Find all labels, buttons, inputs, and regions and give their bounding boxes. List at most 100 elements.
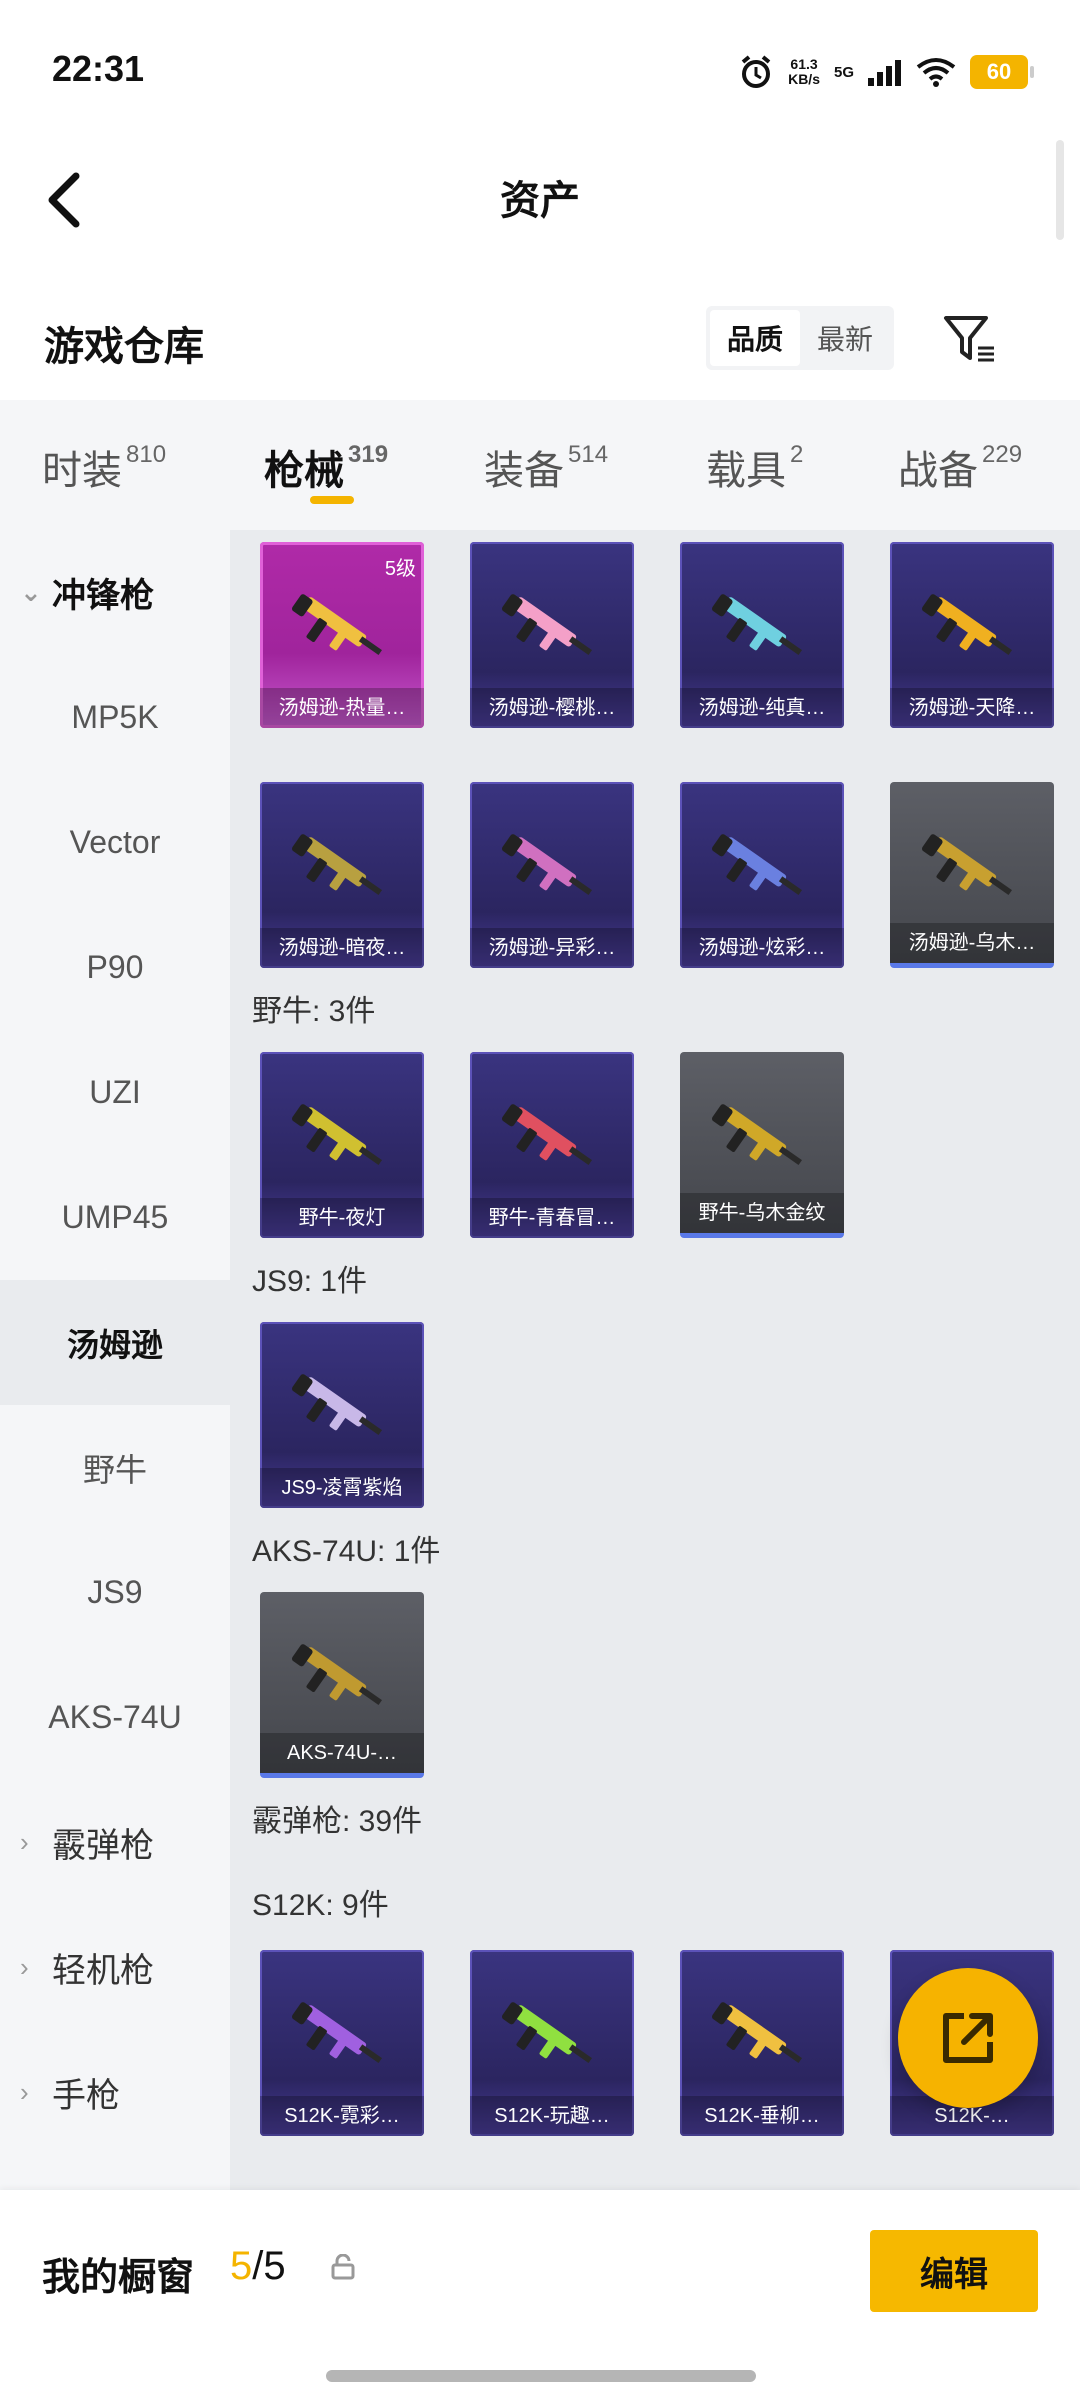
weapon-name: 野牛-夜灯 xyxy=(260,1198,424,1238)
weapon-type-nav: ⌄ 冲锋枪 MP5K Vector P90 UZI UMP45 汤姆逊 野牛 JS… xyxy=(0,530,230,2190)
group-label-shotgun: 霰弹枪: 39件 xyxy=(252,1805,423,1838)
share-fab-button[interactable] xyxy=(898,1968,1038,2108)
nav-category-lmg[interactable]: › 轻机枪 xyxy=(0,1905,230,2030)
scroll-indicator xyxy=(1056,140,1064,240)
edit-button[interactable]: 编辑 xyxy=(870,2230,1038,2312)
nav-item-ump45[interactable]: UMP45 xyxy=(0,1155,230,1280)
group-label-aks74u: AKS-74U: 1件 xyxy=(252,1535,441,1568)
weapon-image-icon xyxy=(711,2002,802,2064)
weapon-name: 汤姆逊-热量… xyxy=(260,688,424,728)
alarm-icon xyxy=(741,55,771,88)
weapon-card[interactable]: 野牛-乌木金纹 xyxy=(680,1052,844,1238)
nav-category-pistol[interactable]: › 手枪 xyxy=(0,2030,230,2155)
weapon-name: 汤姆逊-炫彩… xyxy=(680,928,844,968)
weapon-card[interactable]: 汤姆逊-炫彩… xyxy=(680,782,844,968)
weapon-card[interactable]: 野牛-夜灯 xyxy=(260,1052,424,1238)
weapon-name: 野牛-青春冒… xyxy=(470,1198,634,1238)
weapon-level-badge: 5级 xyxy=(384,558,416,580)
weapon-card[interactable]: 汤姆逊-乌木… xyxy=(890,782,1054,968)
weapon-image-icon xyxy=(291,1644,382,1706)
tab-firearms[interactable]: 枪械 319 xyxy=(264,438,388,504)
sort-toggle: 品质 最新 xyxy=(706,306,894,370)
warehouse-title: 游戏仓库 xyxy=(44,325,204,369)
nav-item-mp5k[interactable]: MP5K xyxy=(0,655,230,780)
warehouse-row: 游戏仓库 品质 最新 xyxy=(0,290,1080,400)
nav-item-vector[interactable]: Vector xyxy=(0,780,230,905)
weapon-name: AKS-74U-… xyxy=(260,1733,424,1773)
weapon-image-icon xyxy=(711,1104,802,1166)
weapon-image-icon xyxy=(501,834,592,896)
weapon-name: 汤姆逊-暗夜… xyxy=(260,928,424,968)
tab-fashion[interactable]: 时装 810 xyxy=(42,438,166,496)
weapon-card[interactable]: S12K-垂柳… xyxy=(680,1950,844,2136)
weapon-card[interactable]: AKS-74U-… xyxy=(260,1592,424,1778)
chevron-right-icon: › xyxy=(20,2077,29,2107)
weapon-image-icon xyxy=(501,2002,592,2064)
nav-item-bison[interactable]: 野牛 xyxy=(0,1405,230,1530)
weapon-image-icon xyxy=(291,1104,382,1166)
nav-category-shotgun[interactable]: › 霰弹枪 xyxy=(0,1780,230,1905)
lock-icon xyxy=(331,2254,355,2280)
nav-item-uzi[interactable]: UZI xyxy=(0,1030,230,1155)
weapon-image-icon xyxy=(291,834,382,896)
weapon-card[interactable]: 汤姆逊-暗夜… xyxy=(260,782,424,968)
tab-supplies[interactable]: 战备 229 xyxy=(898,438,1022,496)
home-indicator xyxy=(326,2370,756,2382)
tab-vehicles[interactable]: 载具 2 xyxy=(706,438,803,496)
weapon-name: 汤姆逊-樱桃… xyxy=(470,688,634,728)
nav-item-p90[interactable]: P90 xyxy=(0,905,230,1030)
weapon-name: JS9-凌霄紫焰 xyxy=(260,1468,424,1508)
item-grid: 5级汤姆逊-热量… 汤姆逊-樱桃… 汤姆逊-纯真… 汤姆逊-天降… 汤姆逊-暗夜… 汤姆逊… xyxy=(230,530,1080,2190)
weapon-card[interactable]: 汤姆逊-纯真… xyxy=(680,542,844,728)
weapon-image-icon xyxy=(711,594,802,656)
weapon-image-icon xyxy=(501,1104,592,1166)
weapon-card[interactable]: JS9-凌霄紫焰 xyxy=(260,1322,424,1508)
showcase-bar: 我的橱窗 5/5 编辑 xyxy=(0,2190,1080,2400)
chevron-right-icon: › xyxy=(20,1952,29,1982)
nav-item-aks74u[interactable]: AKS-74U xyxy=(0,1655,230,1780)
header: 资产 xyxy=(0,140,1080,270)
weapon-card[interactable]: S12K-霓彩… xyxy=(260,1950,424,2136)
chevron-right-icon: › xyxy=(20,1827,29,1857)
tab-equipment[interactable]: 装备 514 xyxy=(484,438,608,496)
status-bar: 22:31 61.3 KB/s 5G 60 xyxy=(0,0,1080,140)
weapon-card[interactable]: 汤姆逊-异彩… xyxy=(470,782,634,968)
weapon-name: S12K-霓彩… xyxy=(260,2096,424,2136)
weapon-image-icon xyxy=(921,834,1012,896)
weapon-card[interactable]: 野牛-青春冒… xyxy=(470,1052,634,1238)
showcase-label: 我的橱窗 xyxy=(42,2257,195,2299)
share-external-icon xyxy=(943,2013,993,2063)
weapon-name: S12K-玩趣… xyxy=(470,2096,634,2136)
weapon-name: 汤姆逊-乌木… xyxy=(890,923,1054,963)
weapon-image-icon xyxy=(291,1374,382,1436)
weapon-card[interactable]: 5级汤姆逊-热量… xyxy=(260,542,424,728)
filter-icon[interactable] xyxy=(940,308,1000,368)
showcase-count: 5/5 xyxy=(230,2244,286,2288)
weapon-card[interactable]: S12K-玩趣… xyxy=(470,1950,634,2136)
weapon-card[interactable]: 汤姆逊-天降… xyxy=(890,542,1054,728)
active-tab-underline xyxy=(310,496,354,504)
category-tabs: 时装 810 枪械 319 装备 514 载具 2 战备 229 xyxy=(0,400,1080,530)
chevron-down-icon: ⌄ xyxy=(20,577,42,607)
page-title: 资产 xyxy=(500,179,580,223)
battery-indicator: 60 xyxy=(970,55,1034,89)
weapon-name: S12K-垂柳… xyxy=(680,2096,844,2136)
group-label-bison: 野牛: 3件 xyxy=(252,995,376,1028)
weapon-card[interactable]: 汤姆逊-樱桃… xyxy=(470,542,634,728)
sort-quality-button[interactable]: 品质 xyxy=(710,310,800,366)
group-label-s12k: S12K: 9件 xyxy=(252,1889,389,1922)
nav-item-js9[interactable]: JS9 xyxy=(0,1530,230,1655)
weapon-image-icon xyxy=(711,834,802,896)
nav-item-thompson[interactable]: 汤姆逊 xyxy=(0,1280,230,1405)
weapon-image-icon xyxy=(501,594,592,656)
weapon-name: 汤姆逊-天降… xyxy=(890,688,1054,728)
status-icons: 61.3 KB/s 5G 60 xyxy=(738,50,1034,94)
weapon-name: 汤姆逊-纯真… xyxy=(680,688,844,728)
weapon-image-icon xyxy=(291,594,382,656)
group-label-js9: JS9: 1件 xyxy=(252,1265,368,1298)
status-time: 22:31 xyxy=(52,48,145,89)
weapon-image-icon xyxy=(291,2002,382,2064)
nav-category-smg[interactable]: ⌄ 冲锋枪 xyxy=(0,530,230,655)
sort-newest-button[interactable]: 最新 xyxy=(800,310,890,366)
net-type: 5G xyxy=(833,63,854,81)
